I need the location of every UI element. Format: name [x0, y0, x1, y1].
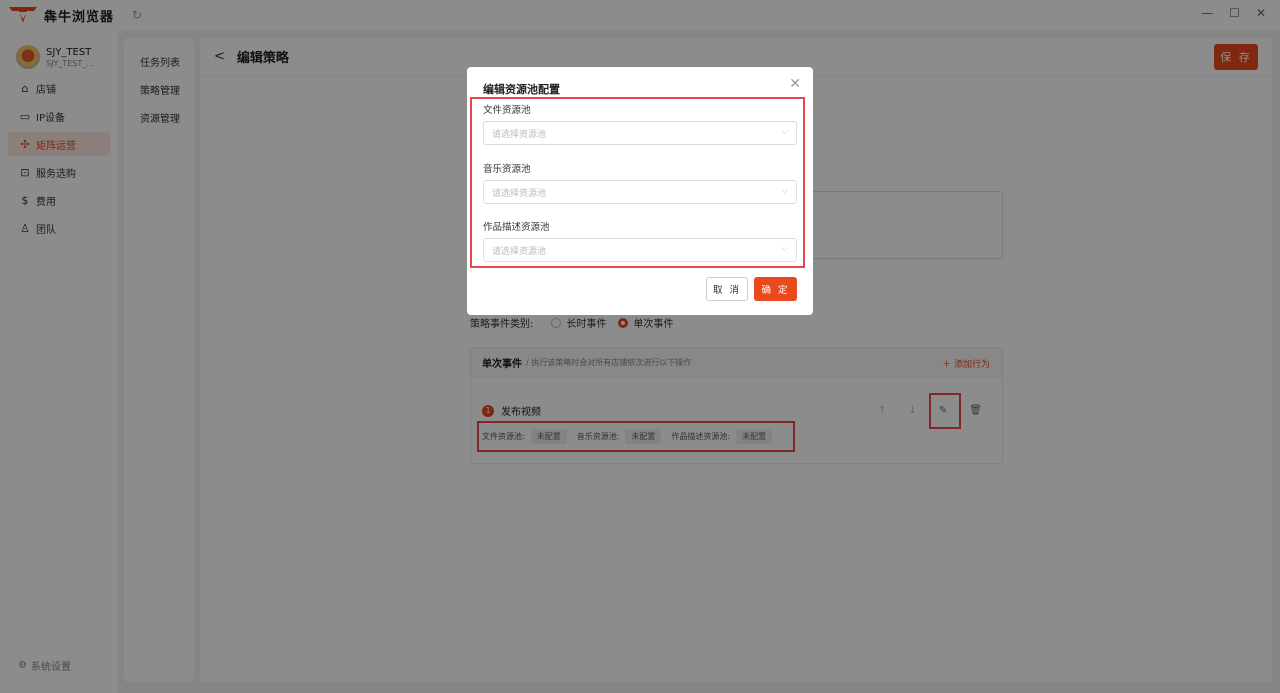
confirm-button[interactable]: 确 定 [754, 277, 797, 301]
highlight-modal-fields [470, 97, 805, 268]
modal-title: 编辑资源池配置 [483, 83, 560, 96]
cancel-button[interactable]: 取 消 [706, 277, 748, 301]
close-icon[interactable]: ✕ [789, 76, 801, 92]
